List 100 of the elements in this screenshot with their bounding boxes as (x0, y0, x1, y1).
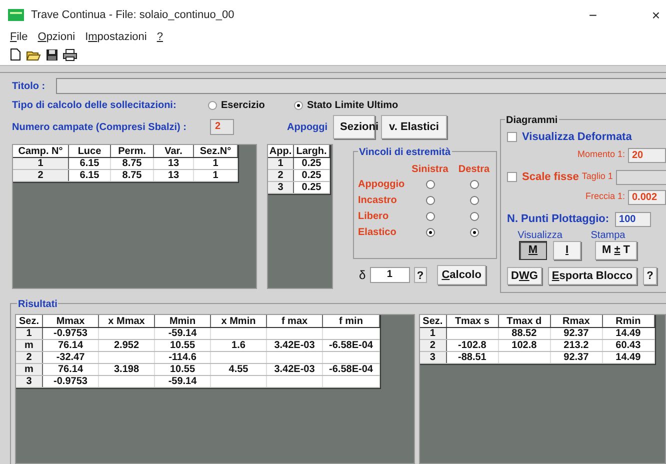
radio-option[interactable]: Stato Limite Ultimo (294, 98, 398, 113)
printer-icon[interactable] (63, 48, 77, 60)
field-label: Taglio 1 (582, 170, 613, 184)
table-cell: -59.14 (155, 328, 211, 339)
table-cell: 0.25 (294, 182, 330, 193)
row-header: 1 (420, 328, 447, 339)
window-title: Trave Continua - File: solaio_continuo_00 (31, 8, 234, 23)
option-label: Appoggio (358, 178, 406, 192)
menu-item[interactable]: Impostazioni (85, 28, 147, 46)
radio-button[interactable] (470, 212, 478, 220)
delta-field[interactable]: 1 (370, 267, 410, 283)
table-cell: 1 (194, 158, 238, 169)
radio-button[interactable] (470, 228, 478, 236)
column-header: x Mmin (211, 315, 267, 327)
table-cell: 10.55 (155, 364, 211, 375)
column-header: Perm. (111, 145, 154, 157)
table-cell: 76.14 (43, 340, 99, 351)
table-cell: 1.6 (211, 340, 267, 351)
export-button[interactable]: Esporta Blocco (548, 267, 637, 285)
group-title: Diagrammi (505, 113, 559, 128)
menu-item[interactable]: ? (156, 28, 163, 46)
table-cell: 2.952 (99, 340, 155, 351)
minimize-button[interactable]: − (570, 4, 616, 26)
view-button[interactable]: M ± T (595, 241, 637, 260)
table-cell: 92.37 (550, 352, 603, 363)
elastic-button[interactable]: v. Elastici (381, 115, 447, 139)
column-header: Sez. (420, 315, 447, 327)
radio-option[interactable]: Esercizio (208, 98, 294, 113)
row-header: m (16, 340, 43, 351)
table-cell: 102.8 (498, 340, 551, 351)
row-header: 2 (13, 170, 69, 181)
new-file-icon[interactable] (10, 48, 21, 61)
dwg-button[interactable]: DWG (507, 267, 542, 285)
column-label: Sinistra (410, 163, 450, 176)
option-label: Elastico (358, 226, 398, 240)
table-cell: 3.42E-03 (267, 364, 323, 375)
help-button[interactable]: ? (642, 267, 658, 285)
caption: Stampa (590, 229, 626, 240)
deflection-field[interactable]: 0.002 (628, 190, 666, 204)
field-label: Numero campate (Compresi Sbalzi) : (12, 120, 188, 134)
table-cell: 10.55 (155, 340, 211, 351)
view-button[interactable]: I (553, 241, 581, 260)
menu-item[interactable]: File (10, 28, 28, 46)
view-button[interactable]: M (519, 241, 547, 260)
section-label: Appoggi (287, 120, 328, 134)
menu-item[interactable]: Opzioni (38, 28, 76, 46)
app-icon[interactable] (8, 9, 24, 21)
option-label: Libero (358, 210, 390, 224)
row-header: 3 (16, 376, 43, 387)
row-header: 3 (268, 182, 294, 193)
checkbox-option[interactable]: Visualizza Deformata (507, 130, 632, 144)
shear-field[interactable] (616, 170, 666, 184)
table-cell: 14.49 (602, 328, 655, 339)
table-cell: -59.14 (155, 376, 211, 387)
row-header: 2 (420, 340, 447, 351)
table-cell: 213.2 (550, 340, 603, 351)
field-label: Freccia 1: (585, 190, 625, 204)
column-header: Sez.N° (194, 145, 238, 157)
radio-button[interactable] (470, 180, 478, 188)
column-header: Rmax (550, 315, 603, 327)
table-cell: 88.52 (498, 328, 551, 339)
table-cell: -0.9753 (43, 328, 99, 339)
radio-button[interactable] (426, 228, 434, 236)
table-cell: 76.14 (43, 364, 99, 375)
table-cell: -6.58E-04 (323, 340, 380, 351)
table-cell: 60.43 (602, 340, 655, 351)
table-cell: 14.49 (602, 352, 655, 363)
help-button[interactable]: ? (414, 267, 427, 283)
column-header: Mmin (155, 315, 211, 327)
radio-button[interactable] (426, 180, 434, 188)
radio-button[interactable] (426, 212, 434, 220)
title-field[interactable] (56, 78, 666, 94)
table-cell: 92.37 (550, 328, 603, 339)
radio-button[interactable] (426, 196, 434, 204)
table-cell: 1 (194, 170, 238, 181)
folder-icon[interactable] (26, 48, 41, 60)
column-header: Tmax d (498, 315, 551, 327)
row-header: 1 (16, 328, 43, 339)
column-header: Var. (154, 145, 194, 157)
close-button[interactable]: × (646, 4, 666, 26)
table-cell: -88.51 (446, 352, 499, 363)
calculate-button[interactable]: Calcolo (436, 265, 486, 285)
column-header: Luce (69, 145, 111, 157)
radio-button[interactable] (470, 196, 478, 204)
moment-field[interactable]: 20 (628, 148, 666, 162)
column-label: Destra (457, 163, 491, 176)
field-label: N. Punti Plottaggio: (507, 212, 610, 227)
table-cell: -6.58E-04 (323, 364, 380, 375)
column-header: Sez. (16, 315, 43, 327)
column-header: Tmax s (446, 315, 499, 327)
delta-symbol: δ (359, 267, 366, 284)
row-header: 2 (268, 170, 294, 181)
table-cell: -102.8 (446, 340, 499, 351)
row-header: 1 (13, 158, 69, 169)
table-cell: 6.15 (69, 170, 111, 181)
table-cell: 0.25 (294, 158, 330, 169)
option-label: Incastro (358, 194, 398, 208)
plot-points-field[interactable]: 100 (615, 212, 652, 226)
field-label: Titolo : (12, 80, 46, 94)
table-cell: 4.55 (211, 364, 267, 375)
